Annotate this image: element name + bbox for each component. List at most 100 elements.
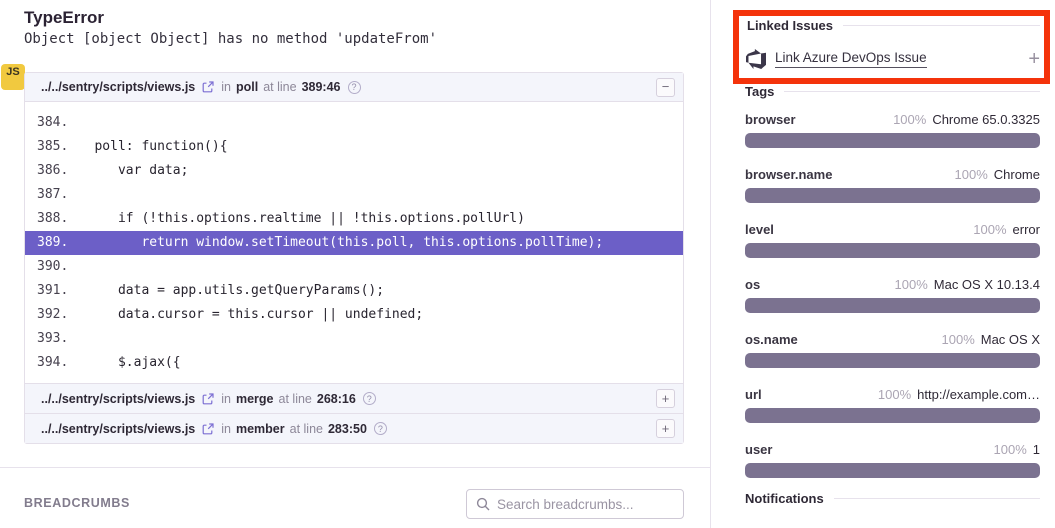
code-line: 387. [25, 183, 683, 207]
tag-value[interactable]: error [1013, 222, 1040, 237]
tag-row: user 100% 1 [745, 442, 1040, 478]
stacktrace-panel: ../../sentry/scripts/views.js in poll at… [24, 72, 684, 444]
section-divider [0, 467, 710, 468]
frame-filename: ../../sentry/scripts/views.js [41, 392, 195, 406]
notifications-heading: Notifications [745, 491, 1040, 506]
code-text: data.cursor = this.cursor || undefined; [71, 307, 423, 322]
tag-key: level [745, 222, 774, 237]
line-number: 391. [25, 279, 71, 303]
code-line: 393. [25, 327, 683, 351]
line-number: 392. [25, 303, 71, 327]
line-number: 393. [25, 327, 71, 351]
tag-distribution-bar[interactable] [745, 188, 1040, 203]
tag-row: os.name 100%Mac OS X [745, 332, 1040, 368]
tag-value[interactable]: Chrome 65.0.3325 [932, 112, 1040, 127]
tag-row: level 100% error [745, 222, 1040, 258]
tag-key: user [745, 442, 772, 457]
expand-button[interactable]: + [656, 419, 675, 438]
code-line: 384. [25, 111, 683, 135]
link-azure-devops-issue-link[interactable]: Link Azure DevOps Issue [775, 50, 927, 68]
platform-js-badge: JS [1, 64, 25, 90]
frame-at-label: at line [279, 392, 312, 406]
tag-value[interactable]: 1 [1033, 442, 1040, 457]
frame-filename: ../../sentry/scripts/views.js [41, 80, 195, 94]
expand-button[interactable]: + [656, 389, 675, 408]
line-number: 389. [25, 231, 71, 255]
code-line: 394. $.ajax({ [25, 351, 683, 375]
code-line: 391. data = app.utils.getQueryParams(); [25, 279, 683, 303]
frame-in-label: in [221, 422, 231, 436]
line-number: 384. [25, 111, 71, 135]
line-number: 390. [25, 255, 71, 279]
tags-list: browser 100% Chrome 65.0.3325 browser.nam… [745, 112, 1040, 497]
external-link-icon[interactable] [202, 423, 214, 435]
frame-filename: ../../sentry/scripts/views.js [41, 422, 195, 436]
frame-function: merge [236, 392, 274, 406]
question-circle-icon[interactable]: ? [374, 422, 387, 435]
tag-row: url 100%http://example.com… [745, 387, 1040, 423]
tag-key: url [745, 387, 762, 402]
tag-distribution-bar[interactable] [745, 298, 1040, 313]
error-message: Object [object Object] has no method 'up… [24, 31, 437, 47]
code-line: 392. data.cursor = this.cursor || undefi… [25, 303, 683, 327]
tag-value[interactable]: Chrome [994, 167, 1040, 182]
tag-value[interactable]: Mac OS X 10.13.4 [934, 277, 1040, 292]
breadcrumbs-heading: BREADCRUMBS [24, 496, 130, 510]
tag-value[interactable]: Mac OS X [981, 332, 1040, 347]
linked-issues-row: Link Azure DevOps Issue + [746, 46, 1040, 72]
frame-function: poll [236, 80, 258, 94]
tag-percent: 100% [893, 112, 926, 127]
breadcrumbs-search-input[interactable] [497, 497, 674, 512]
frame-lineno: 389:46 [302, 80, 341, 94]
tag-key: browser [745, 112, 796, 127]
external-link-icon[interactable] [202, 393, 214, 405]
tag-key: os [745, 277, 760, 292]
search-icon [476, 497, 490, 511]
frame-lineno: 283:50 [328, 422, 367, 436]
line-number: 385. [25, 135, 71, 159]
collapsed-stack-frame[interactable]: ../../sentry/scripts/views.js in member … [25, 413, 683, 443]
stack-frame-header[interactable]: ../../sentry/scripts/views.js in poll at… [25, 73, 683, 102]
tags-heading-label: Tags [745, 84, 774, 99]
code-text: return window.setTimeout(this.poll, this… [71, 235, 603, 250]
line-number: 386. [25, 159, 71, 183]
collapsed-stack-frame[interactable]: ../../sentry/scripts/views.js in merge a… [25, 383, 683, 413]
code-line: 390. [25, 255, 683, 279]
code-text: if (!this.options.realtime || !this.opti… [71, 211, 525, 226]
error-title: TypeError [24, 8, 104, 28]
tag-distribution-bar[interactable] [745, 463, 1040, 478]
tag-distribution-bar[interactable] [745, 408, 1040, 423]
frame-at-label: at line [290, 422, 323, 436]
line-number: 388. [25, 207, 71, 231]
tag-distribution-bar[interactable] [745, 353, 1040, 368]
tag-percent: 100% [994, 442, 1027, 457]
breadcrumbs-search[interactable] [466, 489, 684, 519]
frame-in-label: in [221, 392, 231, 406]
tag-row: os 100% Mac OS X 10.13.4 [745, 277, 1040, 313]
code-line: 386. var data; [25, 159, 683, 183]
frame-function: member [236, 422, 285, 436]
tag-percent: 100% [973, 222, 1006, 237]
tag-distribution-bar[interactable] [745, 243, 1040, 258]
tag-key: browser.name [745, 167, 832, 182]
tag-percent: 100% [942, 332, 975, 347]
question-circle-icon[interactable]: ? [363, 392, 376, 405]
external-link-icon[interactable] [202, 81, 214, 93]
linked-issues-heading: Linked Issues [747, 18, 1040, 33]
collapse-frame-button[interactable]: − [656, 78, 675, 97]
tag-percent: 100% [895, 277, 928, 292]
code-block: 384.385. poll: function(){386. var data;… [25, 102, 683, 383]
line-number: 394. [25, 351, 71, 375]
add-linked-issue-button[interactable]: + [1028, 49, 1040, 69]
tags-heading: Tags [745, 84, 1040, 99]
code-text: data = app.utils.getQueryParams(); [71, 283, 384, 298]
tag-row: browser.name 100% Chrome [745, 167, 1040, 203]
code-text: var data; [71, 163, 188, 178]
question-circle-icon[interactable]: ? [348, 81, 361, 94]
frame-at-label: at line [263, 80, 296, 94]
tag-value[interactable]: http://example.com… [917, 387, 1040, 402]
tag-percent: 100% [955, 167, 988, 182]
code-text: poll: function(){ [71, 139, 228, 154]
code-text: $.ajax({ [71, 355, 181, 370]
tag-distribution-bar[interactable] [745, 133, 1040, 148]
